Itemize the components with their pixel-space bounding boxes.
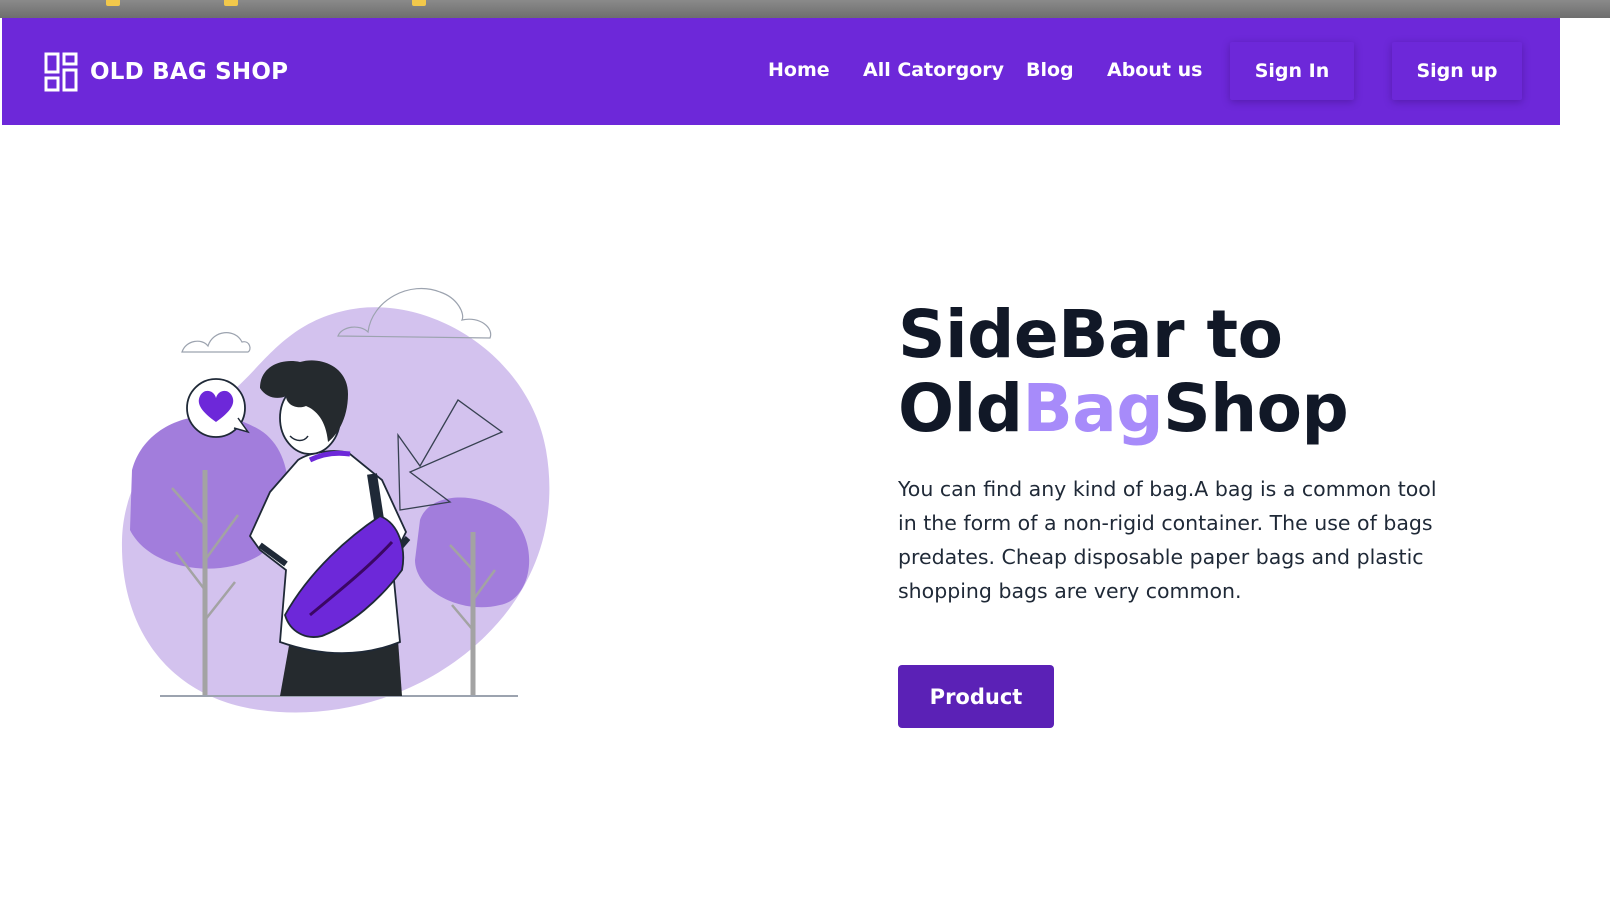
nav-link-all-category[interactable]: All Catorgory — [863, 59, 1004, 81]
nav-link-blog[interactable]: Blog — [1026, 59, 1074, 81]
hero-illustration — [121, 287, 550, 713]
bookmark-folder-icon[interactable] — [224, 0, 238, 6]
sign-up-button[interactable]: Sign up — [1392, 42, 1522, 100]
cloud-small — [181, 332, 251, 353]
hero-title-accent: Bag — [1022, 370, 1164, 447]
hero-title-suffix: Shop — [1163, 370, 1349, 447]
hero-title-line1: SideBar to — [898, 296, 1283, 373]
brand-name: OLD BAG SHOP — [90, 59, 289, 85]
bookmark-folder-icon[interactable] — [106, 0, 120, 6]
dashboard-grid-icon — [44, 52, 78, 92]
product-button[interactable]: Product — [898, 665, 1054, 728]
nav-link-home[interactable]: Home — [768, 59, 830, 81]
hero-title: SideBar to OldBagShop — [898, 298, 1538, 446]
hero-description: You can find any kind of bag.A bag is a … — [898, 477, 1437, 603]
hero-title-prefix: Old — [898, 370, 1023, 447]
brand-logo[interactable]: OLD BAG SHOP — [44, 52, 288, 92]
browser-bookmarks-strip — [0, 0, 1610, 18]
navbar: OLD BAG SHOP Home All Catorgory Blog Abo… — [2, 18, 1560, 125]
bookmark-folder-icon[interactable] — [412, 0, 426, 6]
nav-link-about-us[interactable]: About us — [1107, 59, 1202, 81]
sign-in-button[interactable]: Sign In — [1230, 42, 1354, 100]
